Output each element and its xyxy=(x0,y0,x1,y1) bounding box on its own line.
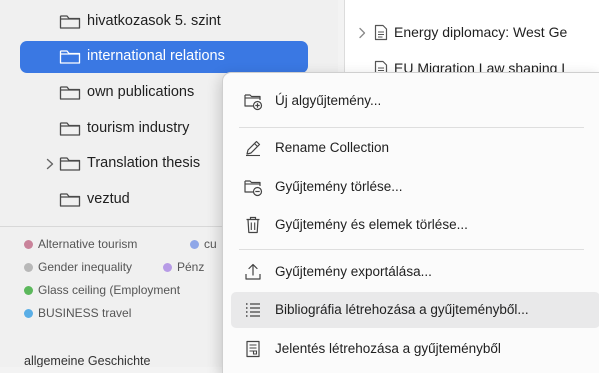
collection-item-international-relations[interactable]: international relations xyxy=(20,41,308,73)
tag-color-dot xyxy=(24,239,33,249)
chevron-right-icon[interactable] xyxy=(44,157,56,171)
collection-label: hivatkozasok 5. szint xyxy=(87,13,221,29)
tag-penz[interactable]: Pénz xyxy=(163,260,204,274)
menu-item-label: Jelentés létrehozása a gyűjteményből xyxy=(275,341,501,356)
tag-label: Gender inequality xyxy=(38,260,133,274)
collection-label: veztud xyxy=(87,191,130,207)
menu-item-create-report[interactable]: Jelentés létrehozása a gyűjteményből xyxy=(231,331,599,367)
menu-item-label: Gyűjtemény törlése... xyxy=(275,179,403,194)
menu-item-delete-collection-and-items[interactable]: Gyűjtemény és elemek törlése... xyxy=(231,207,599,243)
bibliography-icon xyxy=(243,300,263,320)
tag-color-dot xyxy=(24,308,33,318)
folder-icon xyxy=(59,48,81,65)
collection-label: own publications xyxy=(87,84,195,100)
document-icon xyxy=(374,24,388,41)
folder-icon xyxy=(59,120,81,137)
menu-item-new-subcollection[interactable]: Új algyűjtemény... xyxy=(231,83,599,119)
tag-label: Glass ceiling (Employment xyxy=(38,283,181,297)
folder-icon xyxy=(59,191,81,208)
folder-icon xyxy=(59,155,81,172)
tag-business-travel[interactable]: BUSINESS travel xyxy=(24,306,131,320)
tag-color-dot xyxy=(24,285,33,295)
tag-cu[interactable]: cu xyxy=(190,237,217,251)
tag-color-dot xyxy=(190,239,199,249)
menu-item-export-collection[interactable]: Gyűjtemény exportálása... xyxy=(231,254,599,290)
menu-item-rename-collection[interactable]: Rename Collection xyxy=(231,130,599,166)
folder-icon xyxy=(59,13,81,30)
menu-item-label: Rename Collection xyxy=(275,140,390,155)
tag-gender-inequality[interactable]: Gender inequality xyxy=(24,260,132,274)
trash-icon xyxy=(243,215,263,235)
menu-item-delete-collection[interactable]: Gyűjtemény törlése... xyxy=(231,169,599,205)
menu-item-label: Új algyűjtemény... xyxy=(275,93,382,108)
collection-item-allgemeine-geschichte[interactable]: allgemeine Geschichte xyxy=(24,354,150,367)
collection-label: Translation thesis xyxy=(87,155,201,171)
report-icon xyxy=(243,339,263,359)
tag-color-dot xyxy=(24,262,33,272)
tag-glass-ceiling[interactable]: Glass ceiling (Employment xyxy=(24,283,180,297)
item-title: Energy diplomacy: West Ge xyxy=(394,24,568,40)
item-row[interactable]: Energy diplomacy: West Ge xyxy=(345,17,599,47)
menu-item-label: Gyűjtemény és elemek törlése... xyxy=(275,217,468,232)
tag-label: Pénz xyxy=(177,260,205,274)
menu-item-label: Bibliográfia létrehozása a gyűjteményből… xyxy=(275,302,529,317)
pencil-icon xyxy=(243,138,263,158)
tag-label: Alternative tourism xyxy=(38,237,138,251)
chevron-right-icon[interactable] xyxy=(357,26,367,40)
tag-label: cu xyxy=(204,237,217,251)
menu-item-create-bibliography[interactable]: Bibliográfia létrehozása a gyűjteményből… xyxy=(231,292,599,328)
tag-label: BUSINESS travel xyxy=(38,306,132,320)
tag-color-dot xyxy=(163,262,172,272)
delete-collection-icon xyxy=(243,177,263,197)
menu-separator xyxy=(239,127,584,128)
tag-alternative-tourism[interactable]: Alternative tourism xyxy=(24,237,137,251)
menu-item-label: Gyűjtemény exportálása... xyxy=(275,264,432,279)
collection-item-hivatkozasok[interactable]: hivatkozasok 5. szint xyxy=(20,6,308,38)
new-subcollection-icon xyxy=(243,91,263,111)
collection-context-menu: Új algyűjtemény... Rename Collection Gyű… xyxy=(222,72,599,373)
folder-icon xyxy=(59,84,81,101)
menu-separator xyxy=(239,249,584,250)
collection-label: international relations xyxy=(87,48,225,64)
export-icon xyxy=(243,262,263,282)
collection-label: tourism industry xyxy=(87,120,190,136)
